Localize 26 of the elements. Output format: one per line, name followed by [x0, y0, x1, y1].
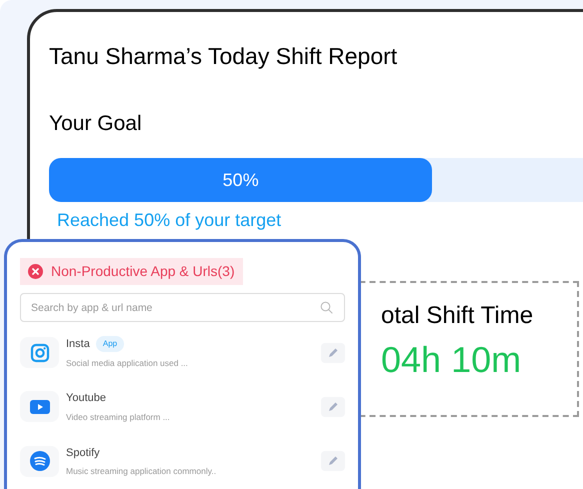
app-name: Youtube — [66, 391, 106, 406]
progress-reading: 50% — [222, 168, 259, 192]
app-name: Spotify — [66, 446, 100, 460]
report-title: Tanu Sharma’s Today Shift Report — [49, 42, 398, 71]
header-text: Non-Productive App & Urls(3) — [51, 262, 235, 281]
app-description: Music streaming application commonly.. — [66, 465, 218, 478]
edit-button[interactable] — [321, 396, 345, 417]
play-icon — [30, 400, 50, 414]
app-name: Insta — [66, 337, 90, 352]
edit-button[interactable] — [321, 451, 345, 472]
edit-button[interactable] — [321, 342, 345, 363]
search-icon — [320, 301, 333, 314]
goal-label: Your Goal — [49, 110, 143, 137]
goal-note: Reached 50% of your target — [57, 209, 282, 232]
app-description: Social media application used ... — [66, 356, 189, 370]
pencil-icon — [327, 400, 339, 413]
sound-waves-icon — [30, 451, 50, 472]
shift-time-label: otal Shift Time — [381, 301, 534, 331]
close-icon — [28, 264, 43, 279]
shift-time-value: 04h 10m — [381, 338, 522, 382]
camera-icon — [30, 342, 50, 363]
search-field[interactable]: Search by app & url name — [20, 293, 345, 322]
pencil-icon — [327, 346, 339, 359]
app-description: Video streaming platform ... — [66, 410, 171, 424]
app-type-tag: App — [96, 336, 124, 352]
pencil-icon — [327, 455, 339, 468]
